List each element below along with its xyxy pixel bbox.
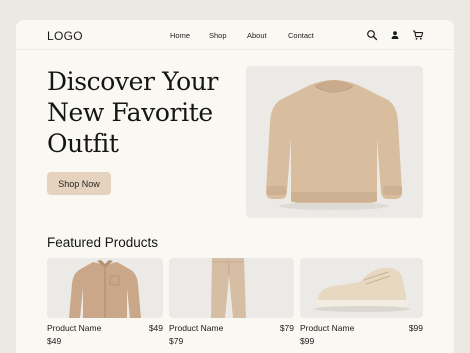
headline-line: Outfit: [47, 129, 119, 158]
product-name[interactable]: Product Name: [169, 323, 223, 333]
product-card[interactable]: Product Name $99 $99: [300, 258, 423, 346]
user-icon[interactable]: [389, 29, 401, 41]
search-icon[interactable]: [366, 29, 378, 41]
product-price-secondary: $49: [47, 336, 62, 346]
shop-now-button[interactable]: Shop Now: [47, 172, 111, 195]
nav-contact[interactable]: Contact: [288, 31, 314, 40]
product-info: Product Name $49: [47, 323, 163, 334]
product-name[interactable]: Product Name: [300, 323, 354, 333]
top-navbar: LOGO Home Shop About Contact: [16, 20, 454, 50]
headline-line: Discover Your: [47, 67, 218, 96]
product-name[interactable]: Product Name: [47, 323, 101, 333]
product-price-secondary: $79: [169, 336, 184, 346]
page-frame: LOGO Home Shop About Contact Discover Yo…: [16, 20, 454, 353]
hero-headline: Discover Your New Favorite Outfit: [47, 66, 237, 159]
nav-shop[interactable]: Shop: [209, 31, 227, 40]
shirt-image[interactable]: [47, 258, 163, 318]
product-price: $99: [408, 323, 423, 333]
trousers-image[interactable]: [169, 258, 294, 318]
headline-line: New Favorite: [47, 98, 213, 127]
hero-sweater-image[interactable]: [246, 66, 423, 218]
product-price: $79: [279, 323, 294, 333]
product-card[interactable]: Product Name $49 $49: [47, 258, 163, 346]
product-info: Product Name $79: [169, 323, 294, 334]
nav-home[interactable]: Home: [170, 31, 190, 40]
sneaker-image[interactable]: [300, 258, 423, 318]
cart-icon[interactable]: [412, 29, 424, 41]
featured-title: Featured Products: [47, 235, 159, 250]
product-card[interactable]: Product Name $79 $79: [169, 258, 294, 346]
nav-about[interactable]: About: [247, 31, 267, 40]
product-price-secondary: $99: [300, 336, 315, 346]
product-info: Product Name $99: [300, 323, 423, 334]
product-price: $49: [148, 323, 163, 333]
